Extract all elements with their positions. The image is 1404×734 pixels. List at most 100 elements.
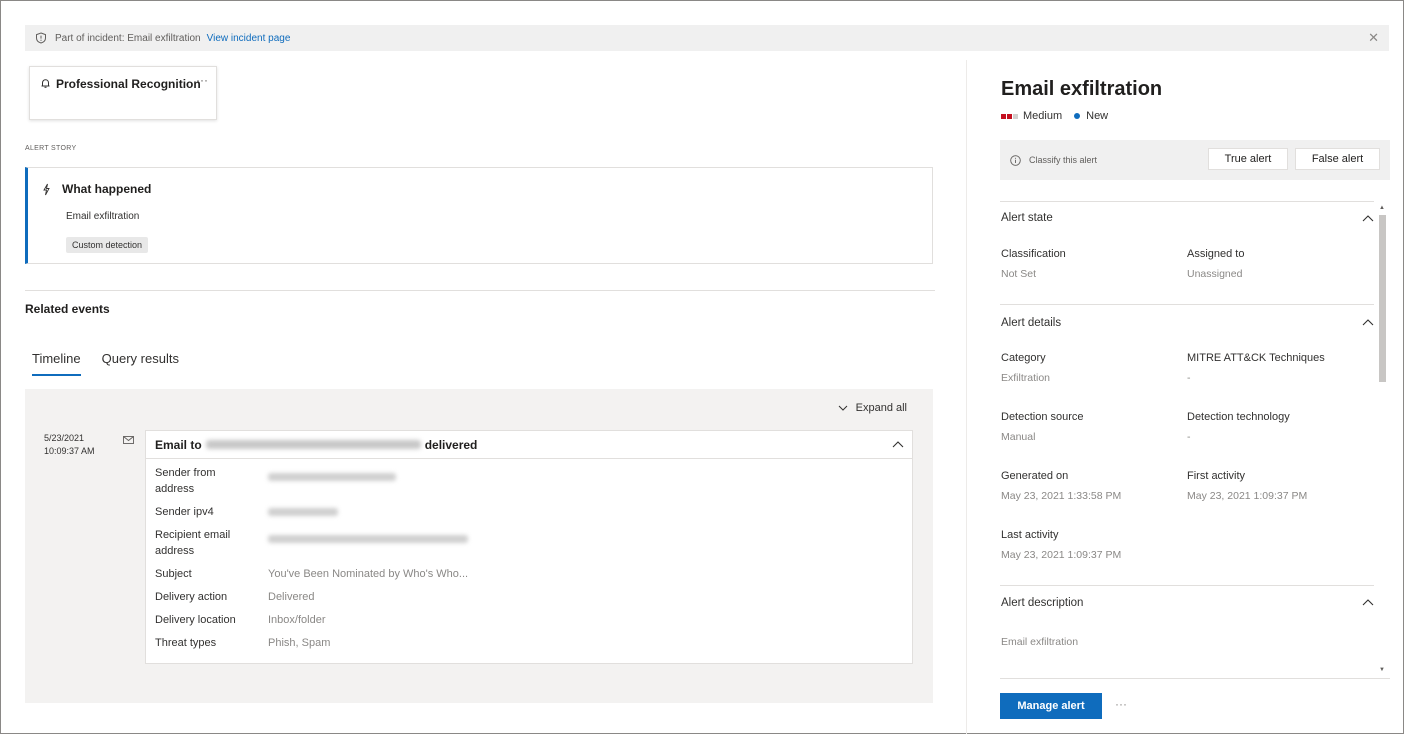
status-dot-icon <box>1074 113 1081 119</box>
more-options-icon[interactable]: ··· <box>1115 697 1127 711</box>
chevron-up-icon[interactable] <box>1362 599 1374 606</box>
severity-label: Medium <box>1023 110 1063 122</box>
redacted-value <box>268 473 396 481</box>
event-header[interactable]: Email to delivered <box>146 431 912 459</box>
generated-on-label: Generated on <box>1001 470 1069 482</box>
custom-detection-tag: Custom detection <box>66 237 149 253</box>
detail-value: You've Been Nominated by Who's Who... <box>268 568 469 580</box>
redacted-value <box>268 535 468 543</box>
expand-all-label: Expand all <box>855 402 907 414</box>
detail-row: Subject You've Been Nominated by Who's W… <box>155 566 468 589</box>
shield-icon <box>36 32 46 44</box>
alert-description-value: Email exfiltration <box>1001 636 1079 648</box>
alert-side-panel: Email exfiltration Medium New Classify t… <box>966 60 1404 734</box>
event-details: Sender from address Sender ipv4 Recipien… <box>155 465 468 658</box>
last-activity-label: Last activity <box>1001 529 1059 541</box>
incident-text: Part of incident: Email exfiltration <box>55 32 201 44</box>
timeline-panel: Expand all 5/23/2021 10:09:37 AM Email t… <box>25 389 933 703</box>
bell-icon <box>41 79 50 88</box>
incident-banner: Part of incident: Email exfiltration Vie… <box>25 25 1389 51</box>
close-icon[interactable]: ✕ <box>1368 30 1379 46</box>
detail-value <box>268 504 338 527</box>
event-card: Email to delivered Sender from address S… <box>145 430 913 664</box>
section-divider <box>1000 585 1374 586</box>
detection-source-label: Detection source <box>1001 411 1084 423</box>
true-alert-button[interactable]: True alert <box>1208 148 1288 170</box>
what-happened-description: Email exfiltration <box>66 211 140 222</box>
detection-source-value: Manual <box>1001 431 1036 443</box>
detection-technology-value: - <box>1187 431 1191 443</box>
false-alert-button[interactable]: False alert <box>1295 148 1380 170</box>
detail-key: Recipient email address <box>155 529 231 557</box>
detail-row: Delivery action Delivered <box>155 589 468 612</box>
alert-card[interactable]: Professional Recognition ··· <box>29 66 217 120</box>
event-timestamp: 5/23/2021 10:09:37 AM <box>44 432 95 458</box>
chevron-up-icon[interactable] <box>1362 215 1374 222</box>
severity-status: Medium New <box>1001 110 1108 122</box>
first-activity-label: First activity <box>1187 470 1246 482</box>
scroll-down-icon[interactable]: ▼ <box>1379 667 1386 673</box>
chevron-down-icon <box>838 405 847 411</box>
mitre-label: MITRE ATT&CK Techniques <box>1187 352 1325 364</box>
expand-all-button[interactable]: Expand all <box>838 402 907 414</box>
mitre-value: - <box>1187 372 1191 384</box>
chevron-up-icon[interactable] <box>1362 319 1374 326</box>
detail-row: Recipient email address <box>155 527 468 566</box>
related-events-heading: Related events <box>25 302 110 316</box>
detail-key: Subject <box>155 568 192 580</box>
detail-value: Inbox/folder <box>268 614 326 626</box>
what-happened-heading: What happened <box>62 182 152 196</box>
section-divider <box>1000 201 1374 202</box>
detail-value <box>255 465 396 504</box>
event-date: 5/23/2021 <box>44 433 85 443</box>
view-incident-link[interactable]: View incident page <box>207 33 291 44</box>
detail-value: Phish, Spam <box>268 637 331 649</box>
manage-alert-button[interactable]: Manage alert <box>1000 693 1102 719</box>
tab-timeline[interactable]: Timeline <box>32 351 81 376</box>
detection-technology-label: Detection technology <box>1187 411 1290 423</box>
event-title-suffix: delivered <box>424 437 478 452</box>
panel-title: Email exfiltration <box>1001 78 1163 100</box>
lightning-icon <box>43 183 50 195</box>
detail-key: Sender ipv4 <box>155 506 214 518</box>
footer-divider <box>1000 678 1390 679</box>
info-icon <box>1010 154 1021 166</box>
assigned-to-value: Unassigned <box>1187 268 1243 280</box>
detail-key: Sender from address <box>155 467 216 495</box>
detail-row: Delivery location Inbox/folder <box>155 612 468 635</box>
alert-card-title: Professional Recognition <box>56 77 201 91</box>
scroll-up-icon[interactable]: ▲ <box>1379 205 1386 211</box>
alert-details-title[interactable]: Alert details <box>1001 317 1061 329</box>
alert-state-title[interactable]: Alert state <box>1001 212 1053 224</box>
classification-label: Classification <box>1001 248 1066 260</box>
related-events-tabs: Timeline Query results <box>32 351 200 376</box>
classification-value: Not Set <box>1001 268 1037 280</box>
detail-row: Sender ipv4 <box>155 504 468 527</box>
detail-value: Delivered <box>268 591 315 603</box>
mail-icon <box>123 436 134 444</box>
assigned-to-label: Assigned to <box>1187 248 1245 260</box>
panel-scrollbar[interactable]: ▲ ▼ <box>1377 205 1387 677</box>
event-title-prefix: Email to <box>155 437 202 452</box>
detail-row: Threat types Phish, Spam <box>155 635 468 658</box>
classify-bar: Classify this alert True alert False ale… <box>1000 140 1390 180</box>
detail-key: Delivery location <box>155 614 236 626</box>
chevron-up-icon[interactable] <box>892 440 904 448</box>
redacted-value <box>268 508 338 516</box>
last-activity-value: May 23, 2021 1:09:37 PM <box>1001 549 1122 561</box>
tab-query-results[interactable]: Query results <box>102 351 179 376</box>
alert-description-title[interactable]: Alert description <box>1001 597 1083 609</box>
what-happened-card: What happened Email exfiltration Custom … <box>25 167 933 264</box>
more-options-icon[interactable]: ··· <box>196 73 208 87</box>
status-label: New <box>1086 110 1109 122</box>
detail-value <box>255 527 468 566</box>
detail-key: Delivery action <box>155 591 228 603</box>
category-label: Category <box>1001 352 1046 364</box>
classify-label: Classify this alert <box>1029 155 1098 165</box>
alert-story-label: ALERT STORY <box>25 145 77 152</box>
event-time: 10:09:37 AM <box>44 446 95 456</box>
first-activity-value: May 23, 2021 1:09:37 PM <box>1187 490 1308 502</box>
category-value: Exfiltration <box>1001 372 1051 384</box>
scrollbar-thumb[interactable] <box>1379 215 1386 382</box>
section-divider <box>25 290 935 291</box>
